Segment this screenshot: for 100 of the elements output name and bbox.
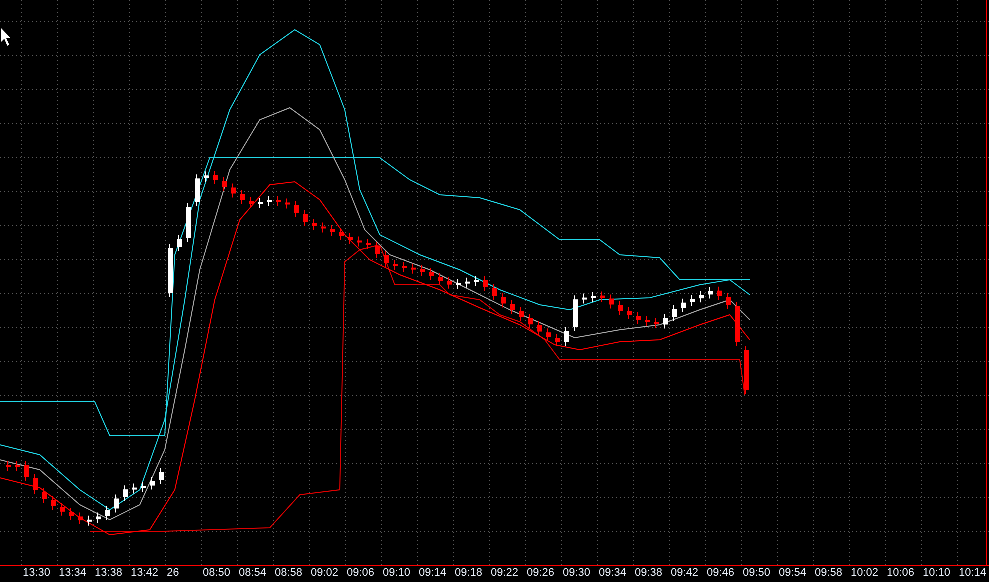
time-axis-label: 09:26 (527, 566, 556, 581)
candlestick (375, 242, 380, 258)
candlestick (132, 483, 137, 494)
candlestick (591, 292, 596, 302)
candlestick (465, 277, 470, 288)
candlestick (231, 183, 236, 198)
candlestick (249, 196, 254, 209)
candlestick (645, 316, 650, 327)
candlestick (717, 286, 722, 300)
candlestick (312, 218, 317, 231)
time-axis-label: 13:38 (95, 566, 124, 581)
candlestick (438, 272, 443, 286)
candlestick (402, 262, 407, 273)
candlestick (492, 284, 497, 300)
time-axis-label: 09:22 (491, 566, 520, 581)
candlestick (51, 496, 56, 511)
candlestick (420, 264, 425, 276)
candlestick (654, 318, 659, 329)
candlestick (618, 301, 623, 316)
candlestick (159, 468, 164, 484)
candlestick (267, 196, 272, 207)
time-axis-label: 13:34 (59, 566, 88, 581)
candlestick (735, 302, 740, 346)
candlestick (681, 298, 686, 312)
time-axis-label: 13:30 (23, 566, 52, 581)
candlestick (510, 300, 515, 315)
candlestick (672, 304, 677, 322)
candlestick (357, 236, 362, 248)
time-axis-label: 26 (167, 566, 180, 581)
time-axis-label: 08:50 (203, 566, 232, 581)
candlestick (150, 476, 155, 490)
candlestick (726, 292, 731, 310)
candlestick (564, 327, 569, 347)
candlestick (96, 512, 101, 524)
candlestick (177, 234, 182, 252)
candlestick (330, 224, 335, 236)
candlestick (123, 485, 128, 502)
candlestick (105, 506, 110, 521)
candlestick (204, 171, 209, 183)
candlestick (294, 200, 299, 218)
time-axis-label: 09:58 (815, 566, 844, 581)
candlestick (42, 488, 47, 504)
candlestick (393, 260, 398, 271)
time-axis-label: 09:54 (779, 566, 808, 581)
candlestick (114, 494, 119, 514)
time-axis-label: 13:42 (131, 566, 160, 581)
time-axis-label: 10:10 (923, 566, 952, 581)
candlestick (6, 460, 11, 472)
time-axis-label: 09:34 (599, 566, 628, 581)
candlestick (528, 314, 533, 330)
candlestick (456, 278, 461, 290)
candlestick (708, 286, 713, 300)
candlestick (573, 295, 578, 332)
candlestick (600, 291, 605, 302)
time-axis-label: 09:50 (743, 566, 772, 581)
candlestick (303, 210, 308, 226)
candlestick (321, 222, 326, 234)
time-axis-label: 09:06 (347, 566, 376, 581)
candlestick (384, 250, 389, 268)
time-axis-label: 10:14 (959, 566, 988, 581)
time-axis-label: 09:46 (707, 566, 736, 581)
time-axis-label: 08:58 (275, 566, 304, 581)
candlestick (339, 228, 344, 241)
time-axis-label: 09:30 (563, 566, 592, 581)
candlestick (186, 203, 191, 242)
candlestick (429, 268, 434, 281)
time-axis-label: 09:10 (383, 566, 412, 581)
candlestick (501, 292, 506, 308)
candlestick (276, 196, 281, 207)
candlestick (627, 307, 632, 320)
candlestick (447, 277, 452, 290)
candlestick (609, 294, 614, 310)
candlestick (519, 306, 524, 322)
candlestick (555, 334, 560, 346)
candlestick (213, 170, 218, 185)
time-axis-label: 09:38 (635, 566, 664, 581)
candlestick (240, 190, 245, 205)
candlestick (60, 502, 65, 516)
time-axis-label: 09:02 (311, 566, 340, 581)
candlestick (744, 346, 749, 394)
cursor-icon (1, 28, 13, 47)
candlestick (483, 276, 488, 292)
candlestick (195, 174, 200, 206)
candlestick (699, 290, 704, 304)
candlestick (33, 474, 38, 495)
time-axis-label: 09:42 (671, 566, 700, 581)
candlestick (69, 508, 74, 521)
candlestick (87, 515, 92, 526)
candlestick (366, 238, 371, 250)
time-axis-label: 10:06 (887, 566, 916, 581)
candlestick (141, 482, 146, 492)
candlestick (636, 312, 641, 324)
time-axis-label: 09:18 (455, 566, 484, 581)
candlestick (663, 314, 668, 330)
candlestick (222, 176, 227, 192)
candlestick (690, 294, 695, 307)
candlestick (258, 198, 263, 208)
time-axis-label: 10:02 (851, 566, 880, 581)
candlestick (78, 512, 83, 526)
candlestick (546, 328, 551, 342)
